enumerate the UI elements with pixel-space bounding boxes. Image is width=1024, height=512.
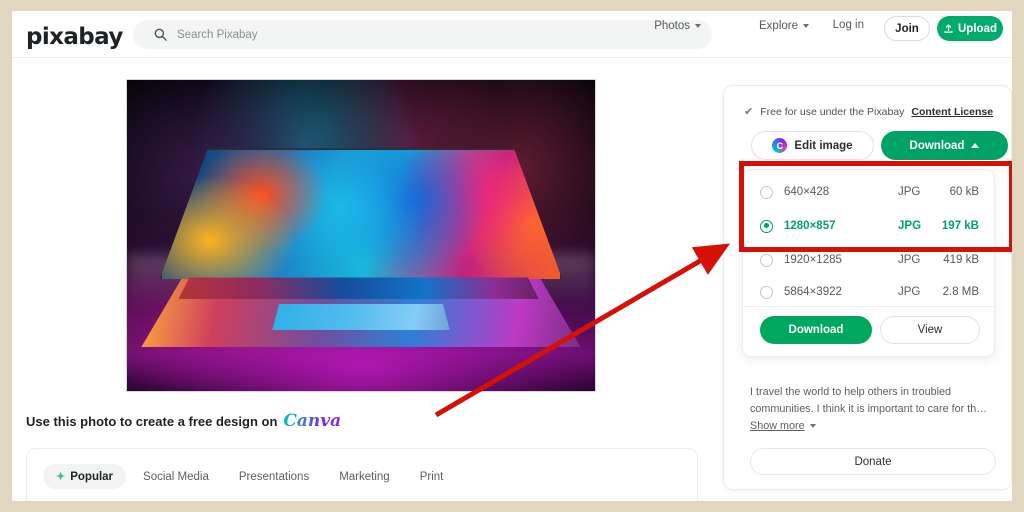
sparkle-icon: ✦ (56, 471, 66, 483)
tab-popular-label: Popular (70, 470, 114, 483)
main-photo[interactable] (126, 79, 596, 392)
tab-social-media-label: Social Media (143, 470, 209, 483)
download-confirm-button[interactable]: Download (760, 316, 872, 344)
resolution-dropdown-panel: 640×428 JPG 60 kB 1280×857 JPG 197 kB 19… (742, 169, 996, 357)
donate-button[interactable]: Donate (750, 448, 996, 475)
upload-icon (944, 24, 953, 33)
check-icon: ✔ (744, 106, 754, 118)
content-license-link[interactable]: Content License (911, 106, 993, 118)
tab-marketing[interactable]: Marketing (326, 464, 403, 489)
tab-popular[interactable]: ✦ Popular (43, 464, 127, 489)
radio-icon[interactable] (760, 253, 773, 267)
search-icon (154, 28, 167, 41)
resolution-dimensions: 1920×1285 (784, 254, 842, 266)
canva-templates-card: ✦ Popular Social Media Presentations Mar… (26, 448, 698, 501)
download-dropdown-toggle[interactable]: Download (881, 131, 1008, 160)
view-button[interactable]: View (880, 316, 980, 344)
join-button[interactable]: Join (884, 16, 930, 41)
login-link[interactable]: Log in (833, 19, 864, 31)
edit-image-label: Edit image (794, 139, 853, 152)
resolution-size: 197 kB (941, 220, 979, 232)
edit-image-button[interactable]: C Edit image (751, 131, 874, 160)
download-sidebar: ✔ Free for use under the Pixabay Content… (723, 85, 1012, 490)
license-notice: ✔ Free for use under the Pixabay Content… (744, 105, 993, 119)
canva-wordmark[interactable]: Canva (283, 411, 341, 431)
resolution-size: 2.8 MB (942, 286, 979, 298)
canva-promo-title: Use this photo to create a free design o… (26, 411, 341, 431)
resolution-format: JPG (898, 254, 921, 266)
laptop-screen (159, 148, 563, 280)
laptop-keyboard (178, 277, 539, 300)
tab-marketing-label: Marketing (339, 470, 390, 483)
resolution-option-5864[interactable]: 5864×3922 JPG 2.8 MB (743, 275, 996, 309)
tab-presentations-label: Presentations (238, 470, 310, 483)
chevron-down-icon (695, 24, 701, 28)
search-bar[interactable] (133, 20, 712, 49)
site-header: pixabay Photos Explore Log in Join U (12, 11, 1012, 58)
tab-print[interactable]: Print (407, 464, 457, 489)
explore-dropdown-label: Explore (759, 20, 798, 32)
chevron-down-icon (803, 24, 809, 28)
tab-presentations[interactable]: Presentations (226, 464, 322, 489)
upload-button[interactable]: Upload (937, 16, 1003, 41)
tab-print-label: Print (419, 470, 444, 483)
canva-promo-text: Use this photo to create a free design o… (26, 414, 278, 429)
view-button-label: View (917, 324, 943, 336)
donate-button-label: Donate (854, 455, 892, 468)
show-more-label: Show more (750, 420, 805, 432)
resolution-option-640[interactable]: 640×428 JPG 60 kB (743, 175, 996, 209)
resolution-format: JPG (898, 286, 921, 298)
resolution-option-1920[interactable]: 1920×1285 JPG 419 kB (743, 243, 996, 277)
resolution-dimensions: 5864×3922 (784, 286, 842, 298)
resolution-size: 419 kB (943, 254, 979, 266)
resolution-option-1280[interactable]: 1280×857 JPG 197 kB (743, 209, 996, 243)
resolution-dimensions: 1280×857 (784, 220, 836, 232)
download-dropdown-label: Download (909, 139, 965, 152)
chevron-down-icon (809, 424, 816, 428)
join-button-label: Join (895, 22, 919, 35)
photos-dropdown-label: Photos (654, 20, 690, 32)
canva-icon: C (772, 138, 788, 153)
search-input[interactable] (177, 20, 607, 49)
resolution-size: 60 kB (949, 186, 979, 198)
photos-dropdown[interactable]: Photos (654, 19, 701, 33)
upload-button-label: Upload (958, 22, 997, 35)
tab-social-media[interactable]: Social Media (130, 464, 222, 489)
explore-dropdown[interactable]: Explore (759, 19, 809, 33)
pixabay-page: pixabay Photos Explore Log in Join U (12, 11, 1012, 501)
download-confirm-label: Download (788, 324, 844, 336)
radio-icon[interactable] (760, 185, 773, 199)
radio-icon[interactable] (760, 285, 773, 299)
chevron-up-icon (971, 143, 980, 148)
canva-tab-list: ✦ Popular Social Media Presentations Mar… (43, 464, 456, 489)
laptop-trackpad (272, 303, 450, 331)
resolution-format: JPG (898, 186, 921, 198)
pixabay-logo[interactable]: pixabay (26, 24, 123, 50)
author-description: I travel the world to help others in tro… (750, 386, 988, 415)
radio-icon-selected[interactable] (760, 219, 773, 233)
resolution-format: JPG (898, 220, 922, 232)
resolution-dimensions: 640×428 (784, 186, 830, 198)
divider (743, 306, 996, 307)
license-text: Free for use under the Pixabay (760, 105, 905, 118)
show-more-toggle[interactable]: Show more (750, 420, 816, 432)
